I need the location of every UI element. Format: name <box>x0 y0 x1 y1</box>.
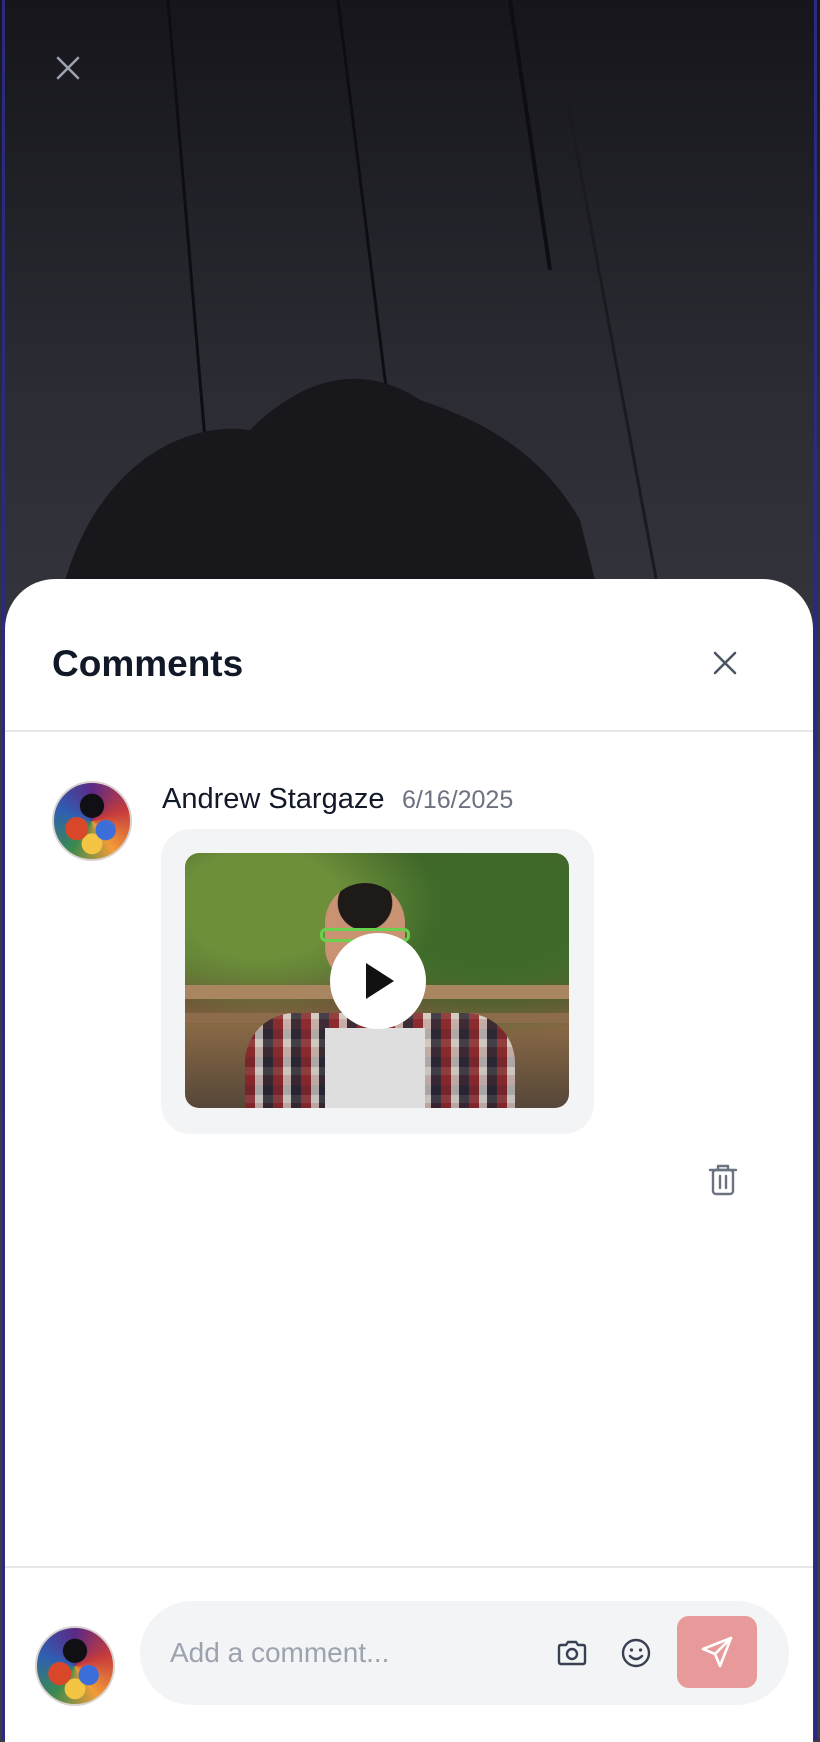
close-icon <box>56 56 80 80</box>
avatar <box>35 1626 115 1706</box>
comment-author[interactable]: Andrew Stargaze <box>162 783 384 816</box>
comment-composer <box>5 1566 813 1742</box>
comment-input-container <box>140 1601 789 1705</box>
delete-comment-button[interactable] <box>701 1158 745 1202</box>
video-attachment <box>161 829 594 1134</box>
comment-input[interactable] <box>170 1627 510 1679</box>
camera-icon <box>557 1640 587 1666</box>
avatar[interactable] <box>52 781 132 861</box>
comments-sheet: Comments Andrew Stargaze 6/16/2025 <box>5 579 813 1737</box>
send-button[interactable] <box>677 1616 757 1688</box>
video-thumbnail[interactable] <box>185 853 569 1108</box>
smile-icon <box>621 1638 651 1668</box>
comments-title: Comments <box>52 643 244 684</box>
background-video-frame <box>60 0 662 600</box>
camera-button[interactable] <box>550 1631 594 1675</box>
comment-date: 6/16/2025 <box>402 786 514 814</box>
video-close-button[interactable] <box>46 46 90 90</box>
play-icon <box>366 963 394 999</box>
comments-header: Comments <box>5 579 813 732</box>
comments-close-button[interactable] <box>703 641 747 685</box>
play-button[interactable] <box>330 933 426 1029</box>
emoji-button[interactable] <box>614 1631 658 1675</box>
close-icon <box>713 651 737 675</box>
trash-icon <box>708 1164 738 1196</box>
send-icon <box>701 1636 733 1668</box>
